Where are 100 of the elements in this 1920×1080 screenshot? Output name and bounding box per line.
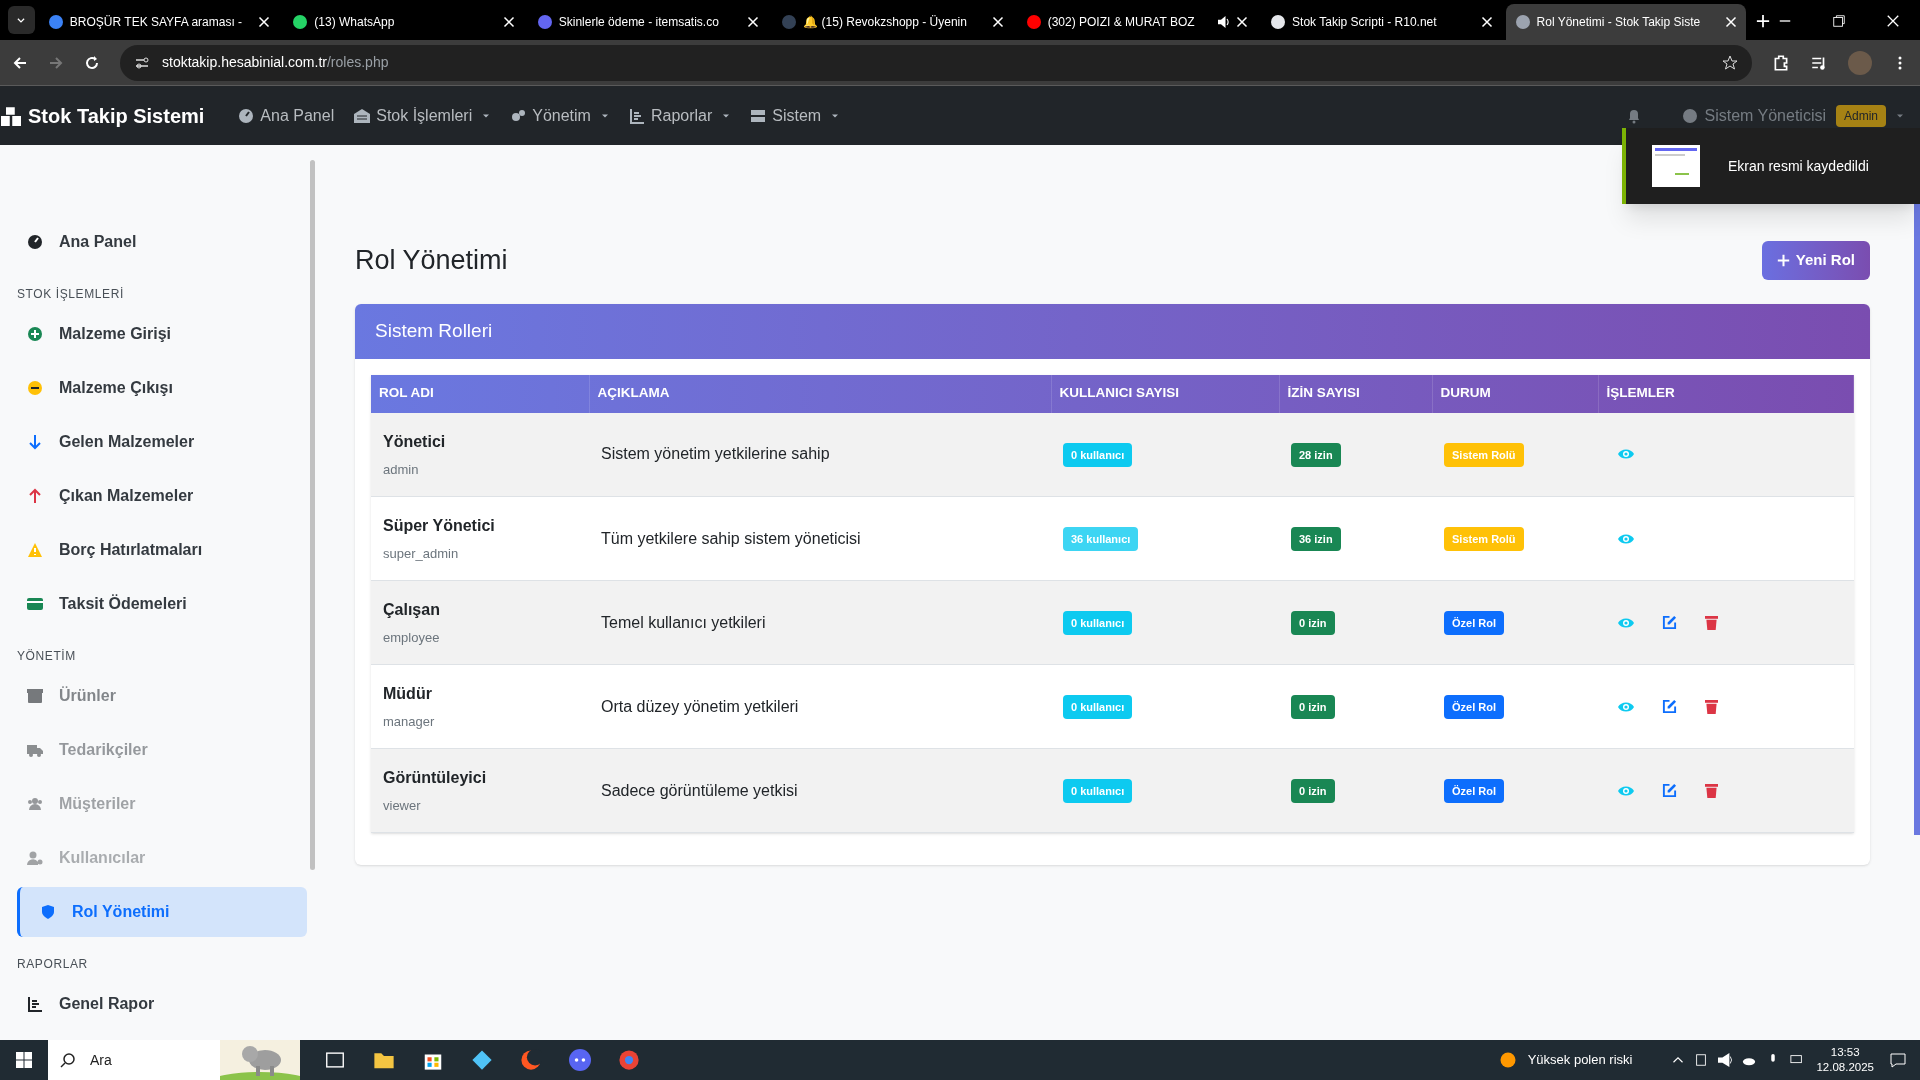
users-badge: 0 kullanıcı xyxy=(1063,610,1133,636)
edit-icon[interactable] xyxy=(1662,615,1677,630)
table-cell: Temel kullanıcı yetkileri xyxy=(589,580,1051,665)
gauge-icon xyxy=(27,234,43,250)
section-heading: RAPORLAR xyxy=(17,956,89,973)
status-badge: Özel Rol xyxy=(1444,694,1504,720)
nav-link[interactable]: Raporlar xyxy=(618,103,741,128)
close-icon xyxy=(502,16,515,28)
puzzle-icon xyxy=(1772,53,1790,72)
screenshot-thumbnail xyxy=(1652,145,1700,187)
sidebar-item[interactable]: Çıkan Malzemeler xyxy=(17,471,307,521)
nav-link[interactable]: Sistem xyxy=(740,103,850,128)
nav-link[interactable]: Yönetim xyxy=(500,103,619,128)
site-settings-icon xyxy=(134,54,150,71)
tab-title: (13) WhatsApp xyxy=(314,14,396,31)
clock[interactable]: 13:53 12.08.2025 xyxy=(1816,1045,1874,1075)
search-icon xyxy=(60,1052,76,1068)
tab-title: Skinlerle ödeme - itemsatis.co xyxy=(558,14,720,31)
role-name: Çalışan xyxy=(383,599,440,620)
delete-icon[interactable] xyxy=(1705,783,1718,798)
volume-icon xyxy=(1718,1053,1733,1067)
role-code: employee xyxy=(383,628,440,647)
users-badge: 0 kullanıcı xyxy=(1063,442,1133,467)
edit-icon[interactable] xyxy=(1662,699,1677,714)
table-cell: Tüm yetkilere sahip sistem yöneticisi xyxy=(589,496,1051,581)
caret-icon xyxy=(16,15,27,25)
sidebar-item[interactable]: Malzeme Çıkışı xyxy=(17,363,307,413)
section-heading: YÖNETİM xyxy=(17,648,77,665)
restore-icon xyxy=(1832,14,1846,28)
sidebar-item[interactable]: Malzeme Girişi xyxy=(17,309,307,359)
plus-circle-icon xyxy=(27,326,43,342)
nav-link[interactable]: Stok İşlemleri xyxy=(344,103,501,128)
close-icon xyxy=(1480,16,1493,28)
role-name: Müdür xyxy=(383,683,432,704)
weather-widget[interactable]: Yüksek polen riski xyxy=(1497,1050,1633,1070)
user-menu[interactable]: Sistem Yöneticisi xyxy=(1682,103,1826,128)
address-bar[interactable]: stoktakip.hesabinial.com.tr/roles.php xyxy=(120,44,1752,81)
role-code: super_admin xyxy=(383,544,459,563)
status-badge: Özel Rol xyxy=(1444,778,1504,804)
warning-icon xyxy=(27,542,43,558)
role-name: Süper Yönetici xyxy=(383,515,495,536)
sidebar-item[interactable]: Taksit Ödemeleri xyxy=(17,579,307,629)
dashboard-icon xyxy=(238,107,255,124)
sidebar-item[interactable]: Gelen Malzemeler xyxy=(17,417,307,467)
nav-link[interactable]: Ana Panel xyxy=(228,103,345,128)
close-icon xyxy=(747,16,760,28)
card-icon xyxy=(27,596,43,612)
column-header: İŞLEMLER xyxy=(1598,374,1854,413)
user-gear-icon xyxy=(27,850,43,866)
tab-list-button[interactable] xyxy=(8,6,35,34)
brand-title[interactable]: Stok Takip Sistemi xyxy=(28,100,205,131)
new-role-button[interactable]: Yeni Rol xyxy=(1761,240,1870,280)
table-cell: Sadece görüntüleme yetkisi xyxy=(589,748,1051,833)
delete-icon[interactable] xyxy=(1705,615,1718,630)
forward-icon xyxy=(48,54,64,71)
close-icon xyxy=(1236,16,1249,28)
star-icon xyxy=(1722,54,1738,71)
close-icon xyxy=(991,16,1004,28)
search-field[interactable]: Ara xyxy=(48,1040,300,1080)
page-title: Rol Yönetimi xyxy=(355,244,508,277)
role-badge: Admin xyxy=(1836,104,1886,127)
sidebar-item[interactable]: Borç Hatırlatmaları xyxy=(17,525,307,575)
role-code: viewer xyxy=(383,796,421,815)
close-icon xyxy=(258,16,271,28)
sidebar-item[interactable]: Ana Panel xyxy=(17,217,307,267)
column-header: AÇIKLAMA xyxy=(589,374,1051,413)
server-icon xyxy=(750,107,767,124)
users-badge: 0 kullanıcı xyxy=(1063,694,1133,720)
column-header: KULLANICI SAYISI xyxy=(1051,374,1279,413)
close-icon xyxy=(1886,14,1900,28)
plus-icon xyxy=(1756,14,1770,28)
browser-icon xyxy=(617,1049,640,1071)
notification-icon xyxy=(1890,1052,1906,1068)
delete-icon[interactable] xyxy=(1705,699,1718,714)
user-icon xyxy=(1682,107,1699,124)
arrow-down-icon xyxy=(27,434,43,450)
notification-toast[interactable]: Ekran resmi kaydedildi xyxy=(1622,128,1920,204)
browser-tab[interactable]: Rol Yönetimi - Stok Takip Siste xyxy=(1505,4,1746,40)
scrollbar[interactable] xyxy=(310,160,315,870)
windows-icon xyxy=(16,1052,32,1068)
task-view-icon xyxy=(323,1049,346,1071)
role-name: Yönetici xyxy=(383,431,446,452)
reload-icon xyxy=(84,54,100,71)
users-icon xyxy=(27,796,43,812)
url-text: stoktakip.hesabinial.com.tr/roles.php xyxy=(162,53,389,72)
chart-icon xyxy=(628,107,645,124)
role-name: Görüntüleyici xyxy=(383,767,487,788)
status-badge: Sistem Rolü xyxy=(1444,526,1524,552)
truck-icon xyxy=(27,742,43,758)
table-cell: Sistem yönetim yetkilerine sahip xyxy=(589,412,1051,497)
permissions-badge: 28 izin xyxy=(1291,442,1341,467)
column-header: ROL ADI xyxy=(371,374,589,413)
sidebar-item[interactable]: Genel Rapor xyxy=(17,979,307,1029)
permissions-badge: 0 izin xyxy=(1291,610,1335,636)
status-badge: Sistem Rolü xyxy=(1444,442,1524,467)
tab-title: BROŞÜR TEK SAYFA araması - xyxy=(69,14,244,31)
table-cell: Orta düzey yönetim yetkileri xyxy=(589,664,1051,749)
edit-icon[interactable] xyxy=(1662,783,1677,798)
users-badge: 36 kullanıcı xyxy=(1063,526,1139,552)
close-icon xyxy=(1725,16,1737,28)
